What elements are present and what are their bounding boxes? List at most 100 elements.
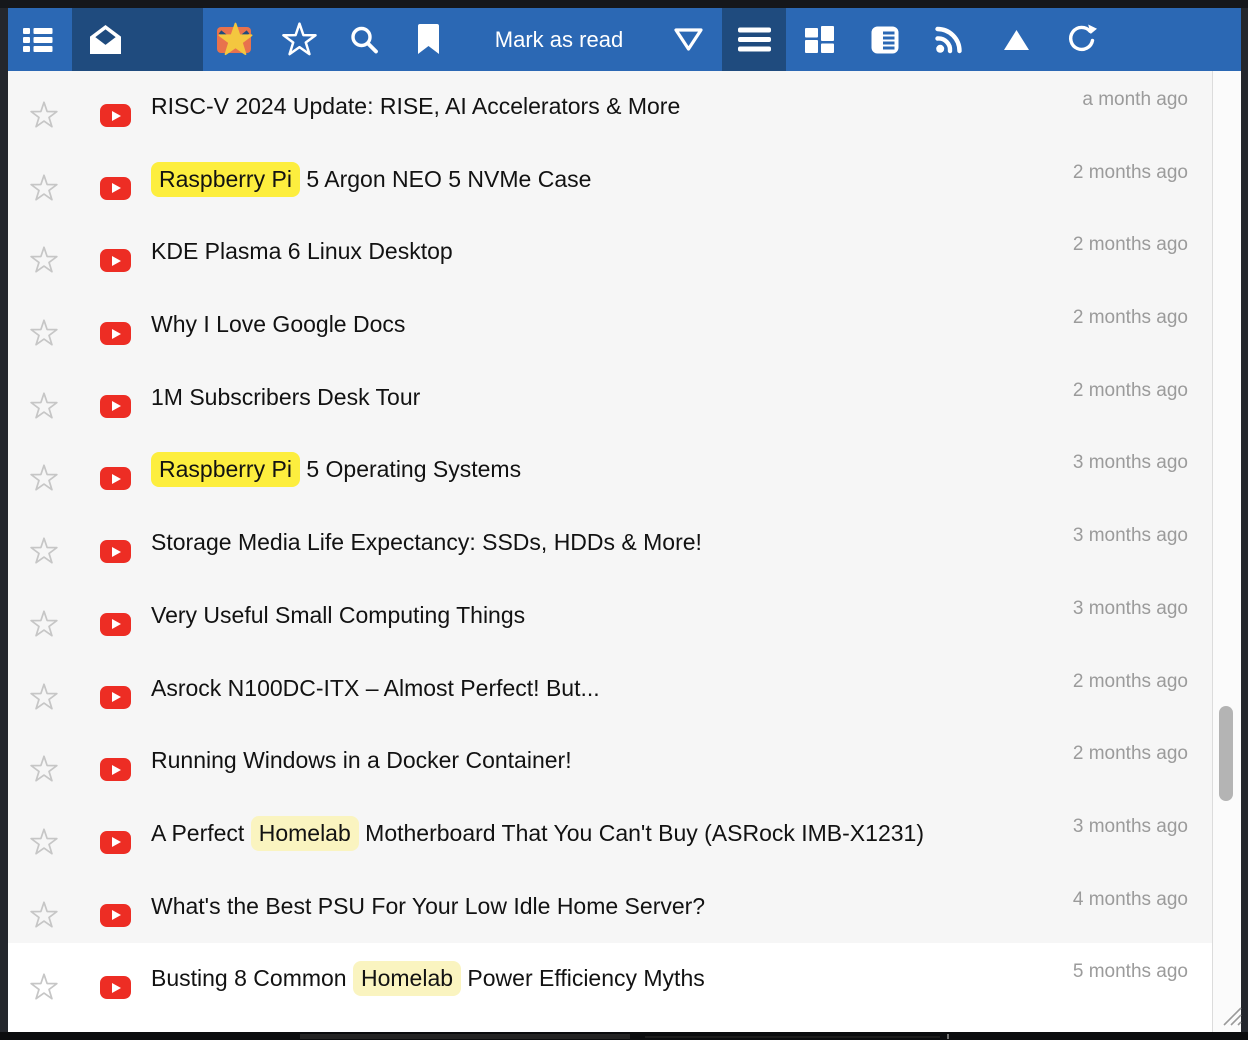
reader-view-button[interactable] <box>855 8 915 71</box>
play-glyph <box>112 692 121 702</box>
item-timestamp: 4 months ago <box>1073 889 1188 911</box>
title-text: Motherboard That You Can't Buy (ASRock I… <box>359 820 924 846</box>
reader-view-icon <box>870 25 900 55</box>
star-toggle-icon[interactable] <box>30 246 58 274</box>
youtube-icon <box>100 613 131 636</box>
bookmark-button[interactable] <box>398 8 458 71</box>
item-timestamp: 3 months ago <box>1073 452 1188 474</box>
star-toggle-icon[interactable] <box>30 464 58 492</box>
list-item[interactable]: A Perfect Homelab Motherboard That You C… <box>8 798 1212 871</box>
resize-grip[interactable] <box>1215 1001 1243 1029</box>
title-text: RISC-V 2024 Update: RISE, AI Accelerator… <box>151 93 680 119</box>
item-title: Running Windows in a Docker Container! <box>151 746 572 774</box>
title-text: Why I Love Google Docs <box>151 311 405 337</box>
filter-button[interactable] <box>658 8 718 71</box>
item-timestamp: 2 months ago <box>1073 671 1188 693</box>
youtube-icon <box>100 395 131 418</box>
star-toggle-icon[interactable] <box>30 901 58 929</box>
background-window-strip <box>0 1032 1248 1040</box>
bookmark-icon <box>416 24 441 55</box>
list-item[interactable]: Asrock N100DC-ITX – Almost Perfect! But.… <box>8 653 1212 726</box>
article-list-button[interactable] <box>8 8 68 71</box>
layout-icon <box>805 26 834 53</box>
title-text: What's the Best PSU For Your Low Idle Ho… <box>151 893 705 919</box>
toolbar: Mark as read <box>8 8 1241 71</box>
layout-button[interactable] <box>789 8 849 71</box>
list-item[interactable]: 1M Subscribers Desk Tour 2 months ago <box>8 362 1212 435</box>
rss-button[interactable] <box>920 8 980 71</box>
star-toggle-icon[interactable] <box>30 319 58 347</box>
play-glyph <box>112 111 121 121</box>
title-text: KDE Plasma 6 Linux Desktop <box>151 238 453 264</box>
play-glyph <box>112 983 121 993</box>
item-timestamp: 2 months ago <box>1073 234 1188 256</box>
youtube-icon <box>100 686 131 709</box>
scrollbar-track[interactable] <box>1212 71 1241 1032</box>
scrollbar-thumb[interactable] <box>1219 706 1233 801</box>
list-item[interactable]: Why I Love Google Docs 2 months ago <box>8 289 1212 362</box>
list-item[interactable]: RISC-V 2024 Update: RISE, AI Accelerator… <box>8 71 1212 144</box>
title-highlight: Homelab <box>251 816 359 851</box>
star-toggle-icon[interactable] <box>30 755 58 783</box>
starred-filter-button[interactable] <box>205 8 265 71</box>
menu-button[interactable] <box>722 8 786 71</box>
refresh-button[interactable] <box>1051 8 1111 71</box>
star-toggle-icon[interactable] <box>30 973 58 1001</box>
title-text: Asrock N100DC-ITX – Almost Perfect! But.… <box>151 675 600 701</box>
youtube-icon <box>100 177 131 200</box>
item-timestamp: a month ago <box>1082 89 1188 111</box>
item-title: RISC-V 2024 Update: RISE, AI Accelerator… <box>151 92 680 120</box>
star-toggle-icon[interactable] <box>30 392 58 420</box>
play-glyph <box>112 474 121 484</box>
star-toggle-icon[interactable] <box>30 174 58 202</box>
title-text: A Perfect <box>151 820 251 846</box>
filter-icon <box>673 27 704 52</box>
youtube-icon <box>100 249 131 272</box>
envelope-toggle-group <box>72 8 203 71</box>
title-text: Storage Media Life Expectancy: SSDs, HDD… <box>151 529 702 555</box>
star-toggle-icon[interactable] <box>30 828 58 856</box>
star-toggle-icon[interactable] <box>30 683 58 711</box>
mark-as-read-label: Mark as read <box>495 27 623 53</box>
list-item[interactable]: Storage Media Life Expectancy: SSDs, HDD… <box>8 507 1212 580</box>
scroll-up-button[interactable] <box>986 8 1046 71</box>
list-item[interactable]: Raspberry Pi 5 Argon NEO 5 NVMe Case 2 m… <box>8 144 1212 217</box>
star-article-button[interactable] <box>269 8 329 71</box>
title-text: Very Useful Small Computing Things <box>151 602 525 628</box>
list-item[interactable]: Very Useful Small Computing Things 3 mon… <box>8 580 1212 653</box>
title-text: 5 Argon NEO 5 NVMe Case <box>300 166 591 192</box>
item-title: A Perfect Homelab Motherboard That You C… <box>151 819 924 847</box>
youtube-icon <box>100 976 131 999</box>
title-text: 1M Subscribers Desk Tour <box>151 384 420 410</box>
mark-unread-button[interactable] <box>74 8 138 71</box>
star-toggle-icon[interactable] <box>30 101 58 129</box>
menu-icon <box>738 26 771 53</box>
item-timestamp: 2 months ago <box>1073 162 1188 184</box>
youtube-icon <box>100 758 131 781</box>
open-envelope-icon <box>89 24 122 55</box>
list-item[interactable]: What's the Best PSU For Your Low Idle Ho… <box>8 871 1212 944</box>
star-toggle-icon[interactable] <box>30 537 58 565</box>
title-text: 5 Operating Systems <box>300 456 521 482</box>
list-item[interactable]: Running Windows in a Docker Container! 2… <box>8 725 1212 798</box>
list-item[interactable]: Raspberry Pi 5 Operating Systems 3 month… <box>8 434 1212 507</box>
item-timestamp: 2 months ago <box>1073 380 1188 402</box>
list-item[interactable]: Busting 8 Common Homelab Power Efficienc… <box>8 943 1212 1016</box>
mark-as-read-button[interactable]: Mark as read <box>466 8 652 71</box>
star-filled-icon <box>218 22 253 57</box>
article-list: RISC-V 2024 Update: RISE, AI Accelerator… <box>8 71 1212 1032</box>
search-button[interactable] <box>334 8 394 71</box>
list-item[interactable]: KDE Plasma 6 Linux Desktop 2 months ago <box>8 216 1212 289</box>
item-timestamp: 3 months ago <box>1073 816 1188 838</box>
youtube-icon <box>100 104 131 127</box>
play-glyph <box>112 401 121 411</box>
play-glyph <box>112 910 121 920</box>
refresh-icon <box>1066 24 1097 55</box>
item-title: KDE Plasma 6 Linux Desktop <box>151 237 453 265</box>
item-title: What's the Best PSU For Your Low Idle Ho… <box>151 892 705 920</box>
title-highlight: Raspberry Pi <box>151 452 300 487</box>
title-text: Running Windows in a Docker Container! <box>151 747 572 773</box>
star-toggle-icon[interactable] <box>30 610 58 638</box>
window-frame-right <box>1241 8 1248 1032</box>
item-timestamp: 3 months ago <box>1073 525 1188 547</box>
